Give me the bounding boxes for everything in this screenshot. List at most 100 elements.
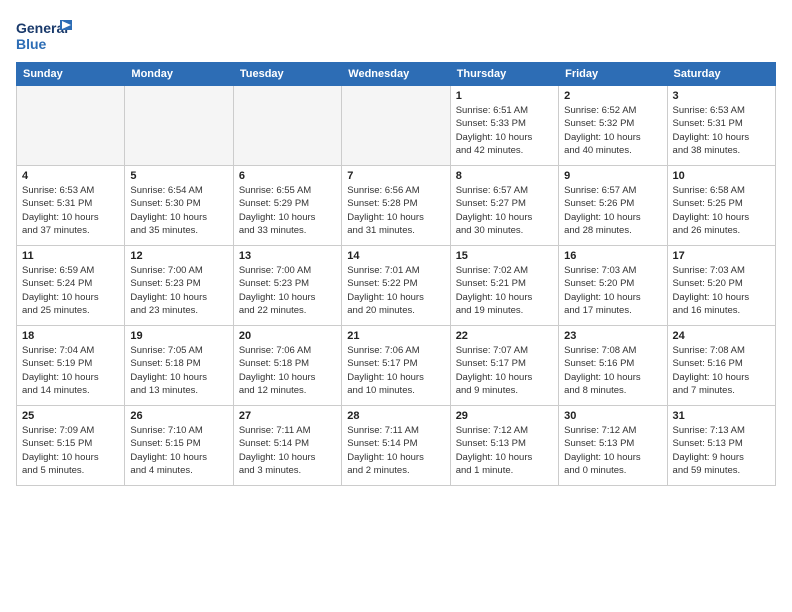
calendar-cell: 13Sunrise: 7:00 AMSunset: 5:23 PMDayligh… bbox=[233, 246, 341, 326]
logo: GeneralBlue bbox=[16, 16, 76, 54]
day-info: Sunrise: 6:53 AMSunset: 5:31 PMDaylight:… bbox=[673, 104, 770, 157]
calendar-table: SundayMondayTuesdayWednesdayThursdayFrid… bbox=[16, 62, 776, 486]
day-header-sunday: Sunday bbox=[17, 63, 125, 86]
day-number: 7 bbox=[347, 170, 444, 182]
calendar-cell: 21 Sunrise: 7:06 AMSunset: 5:17 PMDayligh… bbox=[342, 326, 450, 406]
day-info: Sunrise: 6:59 AMSunset: 5:24 PMDaylight:… bbox=[22, 264, 119, 317]
calendar-cell bbox=[125, 86, 233, 166]
calendar-cell: 12 Sunrise: 7:00 AMSunset: 5:23 PMDayligh… bbox=[125, 246, 233, 326]
day-number: 9 bbox=[564, 170, 661, 182]
day-info: Sunrise: 7:07 AMSunset: 5:17 PMDaylight:… bbox=[456, 344, 553, 397]
calendar-cell: 4Sunrise: 6:53 AMSunset: 5:31 PMDaylight… bbox=[17, 166, 125, 246]
calendar-cell: 3 Sunrise: 6:53 AMSunset: 5:31 PMDaylight… bbox=[667, 86, 775, 166]
day-header-thursday: Thursday bbox=[450, 63, 558, 86]
day-info: Sunrise: 6:57 AMSunset: 5:27 PMDaylight:… bbox=[456, 184, 553, 237]
calendar-cell: 24 Sunrise: 7:08 AMSunset: 5:16 PMDayligh… bbox=[667, 326, 775, 406]
day-info: Sunrise: 6:51 AMSunset: 5:33 PMDaylight:… bbox=[456, 104, 553, 157]
calendar-cell: 9 Sunrise: 6:57 AMSunset: 5:26 PMDaylight… bbox=[559, 166, 667, 246]
calendar-cell: 7 Sunrise: 6:56 AMSunset: 5:28 PMDaylight… bbox=[342, 166, 450, 246]
day-info: Sunrise: 7:12 AMSunset: 5:13 PMDaylight:… bbox=[456, 424, 553, 477]
calendar-cell: 14 Sunrise: 7:01 AMSunset: 5:22 PMDayligh… bbox=[342, 246, 450, 326]
calendar-cell bbox=[342, 86, 450, 166]
week-row-4: 18 Sunrise: 7:04 AMSunset: 5:19 PMDayligh… bbox=[17, 326, 776, 406]
calendar-cell: 6Sunrise: 6:55 AMSunset: 5:29 PMDaylight… bbox=[233, 166, 341, 246]
day-info: Sunrise: 7:13 AMSunset: 5:13 PMDaylight:… bbox=[673, 424, 770, 477]
calendar-cell: 1 Sunrise: 6:51 AMSunset: 5:33 PMDaylight… bbox=[450, 86, 558, 166]
day-number: 16 bbox=[564, 250, 661, 262]
day-number: 26 bbox=[130, 410, 227, 422]
day-number: 2 bbox=[564, 90, 661, 102]
calendar-cell: 23Sunrise: 7:08 AMSunset: 5:16 PMDayligh… bbox=[559, 326, 667, 406]
day-info: Sunrise: 6:54 AMSunset: 5:30 PMDaylight:… bbox=[130, 184, 227, 237]
day-info: Sunrise: 7:06 AMSunset: 5:17 PMDaylight:… bbox=[347, 344, 444, 397]
day-info: Sunrise: 7:11 AMSunset: 5:14 PMDaylight:… bbox=[239, 424, 336, 477]
calendar-cell: 26 Sunrise: 7:10 AMSunset: 5:15 PMDayligh… bbox=[125, 406, 233, 486]
day-number: 19 bbox=[130, 330, 227, 342]
day-info: Sunrise: 7:11 AMSunset: 5:14 PMDaylight:… bbox=[347, 424, 444, 477]
day-number: 30 bbox=[564, 410, 661, 422]
week-row-5: 25 Sunrise: 7:09 AMSunset: 5:15 PMDayligh… bbox=[17, 406, 776, 486]
day-info: Sunrise: 7:04 AMSunset: 5:19 PMDaylight:… bbox=[22, 344, 119, 397]
day-number: 31 bbox=[673, 410, 770, 422]
calendar-cell: 15 Sunrise: 7:02 AMSunset: 5:21 PMDayligh… bbox=[450, 246, 558, 326]
day-number: 21 bbox=[347, 330, 444, 342]
svg-text:Blue: Blue bbox=[16, 36, 47, 52]
calendar-cell: 28 Sunrise: 7:11 AMSunset: 5:14 PMDayligh… bbox=[342, 406, 450, 486]
calendar-cell: 10Sunrise: 6:58 AMSunset: 5:25 PMDayligh… bbox=[667, 166, 775, 246]
day-info: Sunrise: 7:02 AMSunset: 5:21 PMDaylight:… bbox=[456, 264, 553, 317]
day-header-monday: Monday bbox=[125, 63, 233, 86]
day-number: 27 bbox=[239, 410, 336, 422]
calendar-cell: 19 Sunrise: 7:05 AMSunset: 5:18 PMDayligh… bbox=[125, 326, 233, 406]
day-number: 1 bbox=[456, 90, 553, 102]
calendar-cell bbox=[233, 86, 341, 166]
day-number: 22 bbox=[456, 330, 553, 342]
calendar-cell: 20 Sunrise: 7:06 AMSunset: 5:18 PMDayligh… bbox=[233, 326, 341, 406]
day-info: Sunrise: 6:55 AMSunset: 5:29 PMDaylight:… bbox=[239, 184, 336, 237]
day-info: Sunrise: 7:05 AMSunset: 5:18 PMDaylight:… bbox=[130, 344, 227, 397]
day-info: Sunrise: 7:06 AMSunset: 5:18 PMDaylight:… bbox=[239, 344, 336, 397]
day-number: 24 bbox=[673, 330, 770, 342]
day-number: 28 bbox=[347, 410, 444, 422]
day-number: 11 bbox=[22, 250, 119, 262]
calendar-cell: 16 Sunrise: 7:03 AMSunset: 5:20 PMDayligh… bbox=[559, 246, 667, 326]
day-number: 13 bbox=[239, 250, 336, 262]
day-info: Sunrise: 6:56 AMSunset: 5:28 PMDaylight:… bbox=[347, 184, 444, 237]
day-info: Sunrise: 7:08 AMSunset: 5:16 PMDaylight:… bbox=[673, 344, 770, 397]
day-info: Sunrise: 7:03 AMSunset: 5:20 PMDaylight:… bbox=[673, 264, 770, 317]
calendar-cell bbox=[17, 86, 125, 166]
day-info: Sunrise: 6:57 AMSunset: 5:26 PMDaylight:… bbox=[564, 184, 661, 237]
day-info: Sunrise: 7:12 AMSunset: 5:13 PMDaylight:… bbox=[564, 424, 661, 477]
day-info: Sunrise: 7:08 AMSunset: 5:16 PMDaylight:… bbox=[564, 344, 661, 397]
day-number: 3 bbox=[673, 90, 770, 102]
day-number: 25 bbox=[22, 410, 119, 422]
day-header-wednesday: Wednesday bbox=[342, 63, 450, 86]
day-number: 12 bbox=[130, 250, 227, 262]
page-header: GeneralBlue bbox=[16, 16, 776, 54]
day-info: Sunrise: 7:09 AMSunset: 5:15 PMDaylight:… bbox=[22, 424, 119, 477]
day-info: Sunrise: 7:10 AMSunset: 5:15 PMDaylight:… bbox=[130, 424, 227, 477]
day-info: Sunrise: 7:00 AMSunset: 5:23 PMDaylight:… bbox=[130, 264, 227, 317]
calendar-header-row: SundayMondayTuesdayWednesdayThursdayFrid… bbox=[17, 63, 776, 86]
calendar-cell: 31 Sunrise: 7:13 AMSunset: 5:13 PMDayligh… bbox=[667, 406, 775, 486]
calendar-cell: 17 Sunrise: 7:03 AMSunset: 5:20 PMDayligh… bbox=[667, 246, 775, 326]
week-row-2: 4Sunrise: 6:53 AMSunset: 5:31 PMDaylight… bbox=[17, 166, 776, 246]
day-number: 10 bbox=[673, 170, 770, 182]
calendar-cell: 8Sunrise: 6:57 AMSunset: 5:27 PMDaylight… bbox=[450, 166, 558, 246]
calendar-cell: 30 Sunrise: 7:12 AMSunset: 5:13 PMDayligh… bbox=[559, 406, 667, 486]
day-number: 20 bbox=[239, 330, 336, 342]
day-info: Sunrise: 6:52 AMSunset: 5:32 PMDaylight:… bbox=[564, 104, 661, 157]
day-info: Sunrise: 7:03 AMSunset: 5:20 PMDaylight:… bbox=[564, 264, 661, 317]
day-number: 18 bbox=[22, 330, 119, 342]
week-row-1: 1 Sunrise: 6:51 AMSunset: 5:33 PMDaylight… bbox=[17, 86, 776, 166]
calendar-cell: 18 Sunrise: 7:04 AMSunset: 5:19 PMDayligh… bbox=[17, 326, 125, 406]
day-number: 14 bbox=[347, 250, 444, 262]
day-number: 17 bbox=[673, 250, 770, 262]
day-info: Sunrise: 7:01 AMSunset: 5:22 PMDaylight:… bbox=[347, 264, 444, 317]
day-number: 15 bbox=[456, 250, 553, 262]
calendar-cell: 5 Sunrise: 6:54 AMSunset: 5:30 PMDaylight… bbox=[125, 166, 233, 246]
day-number: 5 bbox=[130, 170, 227, 182]
day-number: 4 bbox=[22, 170, 119, 182]
day-header-tuesday: Tuesday bbox=[233, 63, 341, 86]
day-number: 29 bbox=[456, 410, 553, 422]
calendar-cell: 2 Sunrise: 6:52 AMSunset: 5:32 PMDaylight… bbox=[559, 86, 667, 166]
